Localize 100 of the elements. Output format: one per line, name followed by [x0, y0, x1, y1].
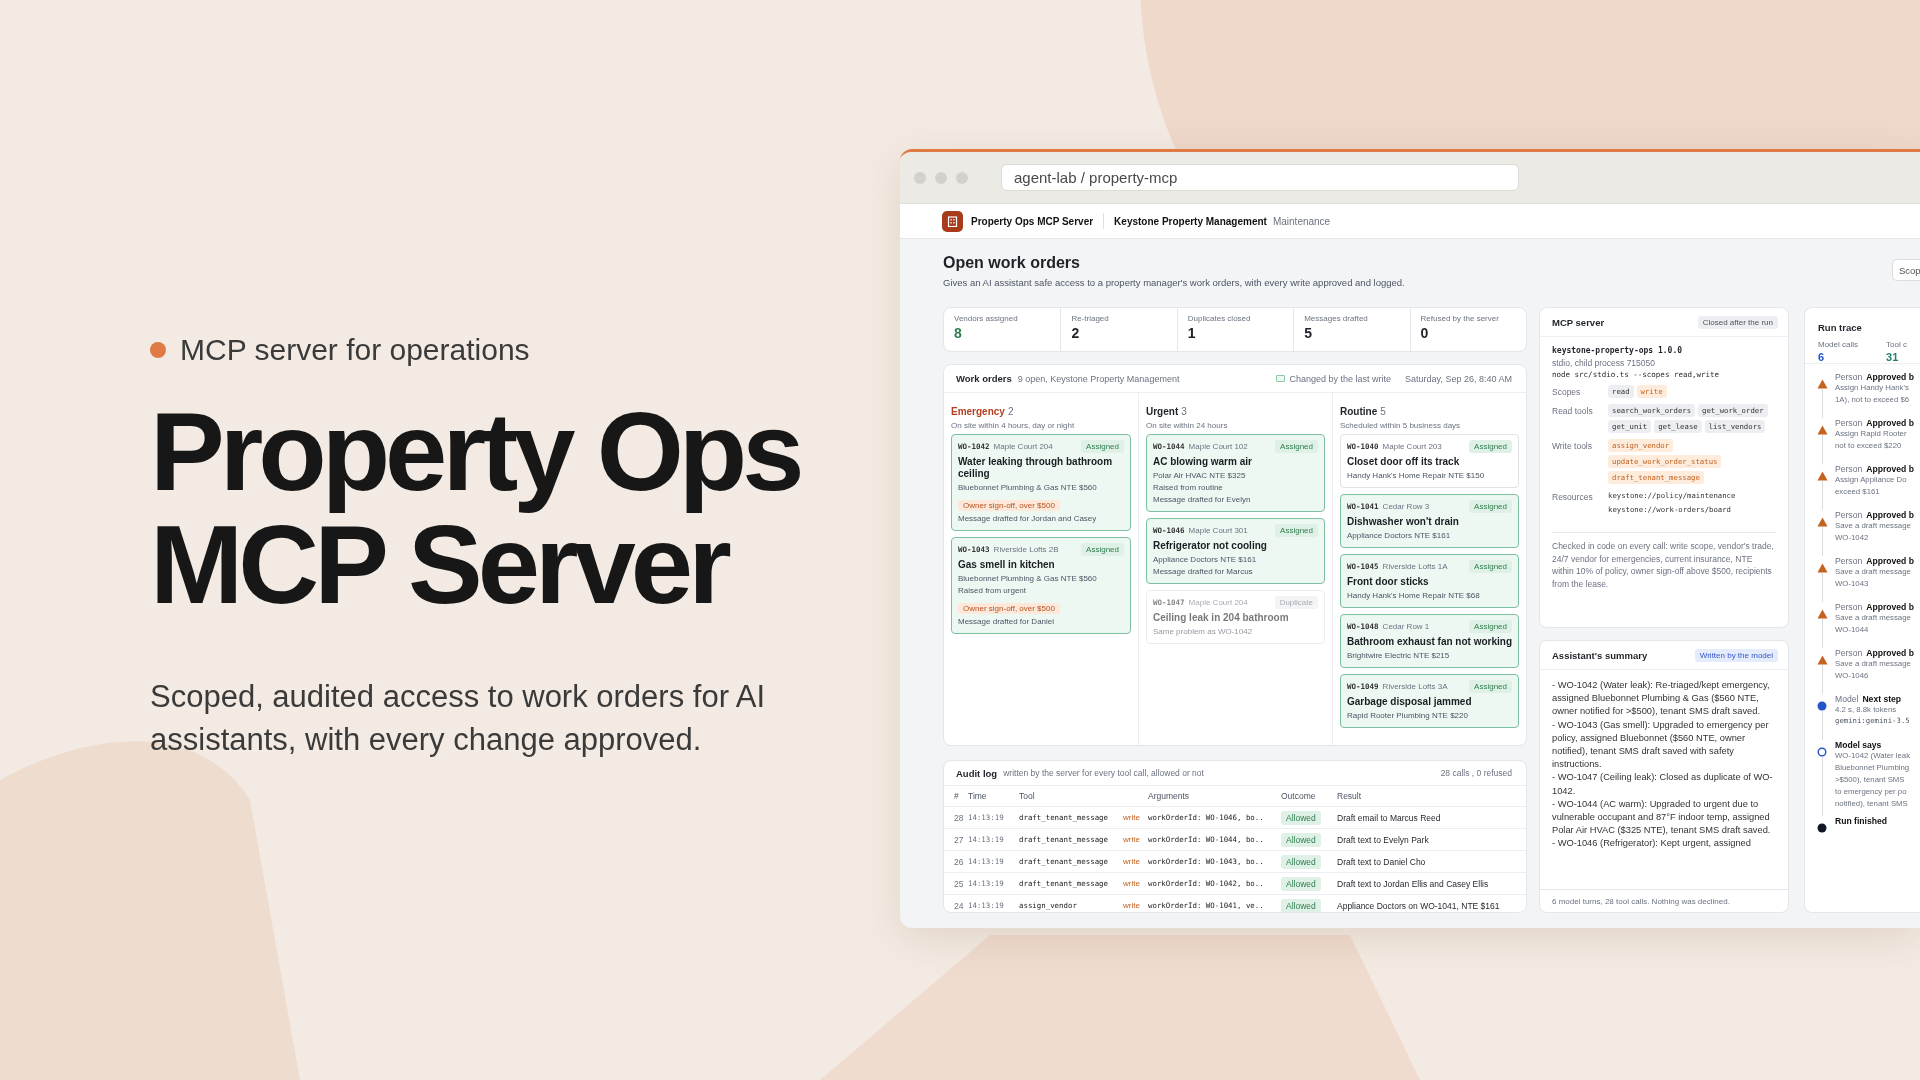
ring-icon	[1817, 747, 1827, 757]
result-cell-text: Draft text to Evelyn Park	[1337, 834, 1430, 845]
status-badge: Duplicate	[1274, 596, 1318, 609]
column-name: Routine	[1340, 406, 1378, 417]
column-note: Scheduled within 5 business days	[1340, 421, 1462, 430]
order-location: Maple Court 102	[1188, 442, 1248, 451]
field-label: Scopes	[1552, 386, 1582, 397]
order-detail: Polar Air HVAC NTE $325	[1153, 470, 1247, 482]
summary-line: - WO-1043 (Gas smell): Upgraded to emergency per policy, assigned Bluebonnet ($560 NTE, owner notified), tenant SMS draft saved with safety instructions.	[1552, 718, 1770, 772]
hero-title: Property Ops MCP Server	[150, 395, 801, 621]
stat-value: 5	[1304, 325, 1313, 341]
order-detail: Appliance Doctors NTE $161	[1347, 530, 1452, 542]
building-logo-icon	[942, 210, 963, 232]
field-label: Read tools	[1552, 405, 1594, 416]
summary-line: - WO-1042 (Water leak): Re-triaged/kept emergency, assigned Bluebonnet Plumbing & Gas ($560 NTE, owner notified for >$500), tenant SMS draft saved.	[1552, 679, 1771, 719]
window-control[interactable]	[935, 171, 947, 184]
event-title: Approved b	[1866, 464, 1914, 474]
row-number: 28	[954, 812, 965, 823]
stat-value: 2	[1071, 325, 1081, 341]
hero-subtitle: Scoped, audited access to work orders for AI assistants, with every change approved.	[150, 678, 767, 759]
event-title: Approved b	[1866, 510, 1914, 520]
order-location: Maple Court 203	[1382, 442, 1442, 451]
panel-subtitle: 9 open, Keystone Property Management	[1017, 373, 1180, 384]
triangle-icon	[1817, 655, 1828, 665]
status-badge: Closed after the run	[1697, 315, 1778, 329]
column-name: Emergency	[951, 406, 1005, 417]
column-name: Urgent	[1146, 406, 1179, 417]
server-name: keystone-property-ops 1.0.0	[1552, 346, 1684, 355]
brand-name: Property Ops MCP Server	[971, 215, 1094, 227]
window-control[interactable]	[956, 171, 968, 184]
event-title: Approved b	[1866, 372, 1914, 382]
status-badge: Assigned	[1275, 440, 1318, 453]
outcome-badge: Allowed	[1281, 810, 1321, 825]
triangle-icon	[1817, 563, 1828, 573]
process-info: stdio, child process 715050	[1552, 358, 1656, 368]
stat-label: Duplicates closed	[1187, 314, 1252, 323]
event-title: Approved b	[1866, 648, 1914, 658]
column-count: 2	[1007, 406, 1014, 417]
order-location: Cedar Row 3	[1382, 502, 1430, 511]
order-detail: Bluebonnet Plumbing & Gas NTE $560	[958, 482, 1098, 494]
page-description: Gives an AI assistant safe access to a property manager's work orders, with every write approved and logged.	[943, 277, 1406, 288]
order-location: Riverside Lofts 2B	[993, 545, 1059, 554]
stat-label: Vendors assigned	[954, 314, 1019, 323]
scope-button[interactable]: Scop	[1892, 259, 1920, 281]
actor-label: Person	[1835, 372, 1863, 382]
order-detail: Raised from urgent	[958, 585, 1028, 597]
actor-label: Person	[1835, 648, 1863, 658]
order-detail: Same problem as WO-1042	[1153, 626, 1254, 638]
approval-flag: Owner sign-off, over $500	[958, 603, 1060, 614]
order-location: Maple Court 301	[1188, 526, 1248, 535]
outcome-badge: Allowed	[1281, 876, 1321, 891]
actor-label: Person	[1835, 418, 1863, 428]
stat-label: Refused by the server	[1420, 314, 1500, 323]
status-badge: Assigned	[1469, 620, 1512, 633]
row-number: 25	[954, 878, 965, 889]
event-title: Approved b	[1866, 418, 1914, 428]
order-title: Dishwasher won't drain	[1347, 516, 1460, 528]
status-badge: Assigned	[1469, 560, 1512, 573]
order-title: Water leaking through bathroom ceiling	[958, 456, 1114, 480]
field-label: Resources	[1552, 491, 1594, 502]
event-title: Approved b	[1866, 556, 1914, 566]
event-title: Run finished	[1835, 816, 1888, 826]
stat-value: 0	[1420, 325, 1430, 341]
triangle-icon	[1817, 517, 1828, 527]
actor-label: Model	[1835, 694, 1859, 704]
result-cell-text: Appliance Doctors on WO-1041, NTE $161	[1337, 900, 1501, 911]
summary-line: - WO-1044 (AC warm): Upgraded to urgent due to vulnerable occupant and 87°F indoor temp, assigned Polar Air HVAC ($325 NTE), tenant SMS draft saved.	[1552, 797, 1772, 838]
triangle-icon	[1817, 609, 1828, 619]
order-detail: Handy Hank's Home Repair NTE $150	[1347, 470, 1486, 482]
window-control[interactable]	[914, 171, 926, 184]
section-name: Maintenance	[1272, 215, 1331, 227]
address-bar[interactable]: agent-lab / property-mcp	[1001, 164, 1519, 191]
scope-tag: write	[1123, 813, 1148, 822]
column-header: Time	[968, 791, 988, 801]
status-badge: Assigned	[1469, 500, 1512, 513]
stat-value: 31	[1886, 351, 1900, 363]
summary-line: - WO-1047 (Ceiling leak): Closed as duplicate of WO-1042.	[1552, 771, 1774, 798]
panel-title: Run trace	[1818, 322, 1862, 333]
approval-flag: Owner sign-off, over $500	[958, 500, 1060, 511]
outcome-badge: Allowed	[1281, 854, 1321, 869]
event-title: Next step	[1862, 694, 1902, 704]
order-detail: Handy Hank's Home Repair NTE $68	[1347, 590, 1481, 602]
page-title: Open work orders	[943, 253, 1081, 273]
column-count: 3	[1181, 406, 1187, 417]
stat-value: 6	[1818, 351, 1826, 363]
column-count: 5	[1380, 406, 1386, 417]
order-location: Riverside Lofts 3A	[1382, 682, 1448, 691]
order-detail: Message drafted for Jordan and Casey	[958, 513, 1098, 525]
order-detail: Appliance Doctors NTE $161	[1153, 554, 1258, 566]
model-badge: Written by the model	[1694, 648, 1778, 662]
accent-dot	[150, 342, 166, 358]
order-detail: Message drafted for Marcus	[1153, 566, 1254, 578]
triangle-icon	[1817, 425, 1828, 435]
row-number: 26	[954, 856, 965, 867]
order-title: Garbage disposal jammed	[1347, 696, 1473, 708]
panel-title: MCP server	[1552, 316, 1605, 328]
stat-label: Model calls	[1818, 340, 1859, 349]
order-detail: Raised from routine	[1153, 482, 1224, 494]
order-title: Front door sticks	[1347, 576, 1430, 588]
actor-label: Person	[1835, 510, 1863, 520]
